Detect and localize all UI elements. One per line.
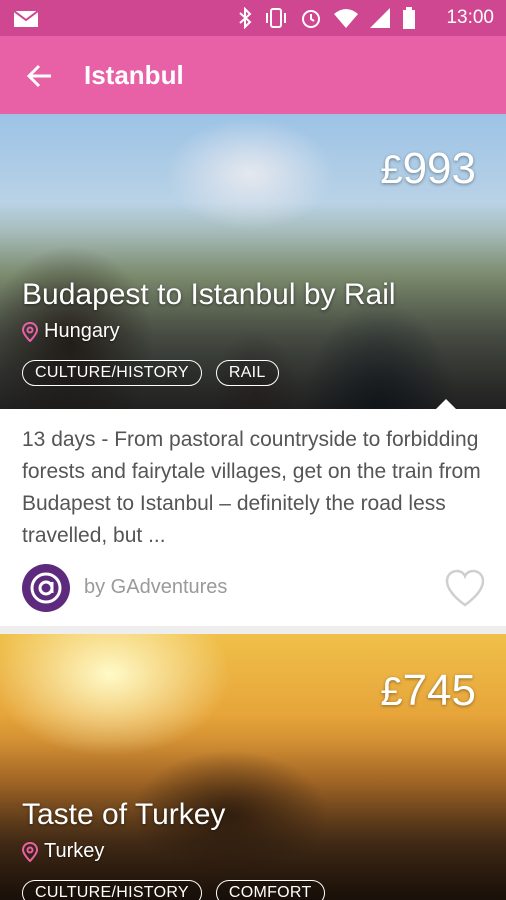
- vibrate-icon: [266, 8, 286, 28]
- bluetooth-icon: [239, 7, 252, 29]
- trip-price: £745: [380, 666, 476, 715]
- trip-card-image[interactable]: £993 Budapest to Istanbul by Rail Hungar…: [0, 114, 506, 409]
- gadventures-logo-icon: [30, 572, 62, 604]
- location-label: Hungary: [44, 320, 120, 342]
- tag-comfort[interactable]: COMFORT: [215, 880, 325, 900]
- battery-icon: [403, 7, 415, 29]
- wifi-icon: [334, 9, 358, 28]
- card-notch: [436, 399, 456, 409]
- trip-card-image[interactable]: £745 Taste of Turkey Turkey CULTURE/HIST…: [0, 634, 506, 900]
- signal-icon: [370, 8, 390, 28]
- card-separator: [0, 626, 506, 634]
- alarm-icon: [302, 10, 320, 28]
- app-bar: Istanbul: [0, 36, 506, 114]
- trip-description: 13 days - From pastoral countryside to f…: [22, 428, 481, 547]
- tag-rail[interactable]: RAIL: [215, 360, 279, 386]
- status-bar: 13:00: [0, 0, 506, 36]
- tag-culture-history[interactable]: CULTURE/HISTORY: [22, 360, 202, 386]
- mail-icon: [14, 11, 38, 27]
- location-label: Turkey: [44, 840, 105, 862]
- trip-tags: CULTURE/HISTORY COMFORT: [22, 880, 325, 900]
- trip-location: Turkey: [22, 840, 104, 863]
- status-icons: [238, 7, 416, 29]
- location-pin-icon: [22, 841, 38, 862]
- trip-tags: CULTURE/HISTORY RAIL: [22, 360, 279, 386]
- tag-culture-history[interactable]: CULTURE/HISTORY: [22, 880, 202, 900]
- page-title: Istanbul: [84, 60, 184, 90]
- trip-location: Hungary: [22, 320, 120, 343]
- trip-title: Budapest to Istanbul by Rail: [22, 278, 396, 311]
- status-time: 13:00: [446, 7, 494, 28]
- trip-title: Taste of Turkey: [22, 798, 226, 831]
- back-arrow-icon[interactable]: [26, 62, 54, 90]
- operator-avatar[interactable]: [22, 564, 70, 612]
- operator-name[interactable]: by GAdventures: [84, 576, 227, 599]
- trip-price: £993: [380, 144, 476, 193]
- favorite-heart-icon[interactable]: [444, 568, 486, 608]
- location-pin-icon: [22, 321, 38, 342]
